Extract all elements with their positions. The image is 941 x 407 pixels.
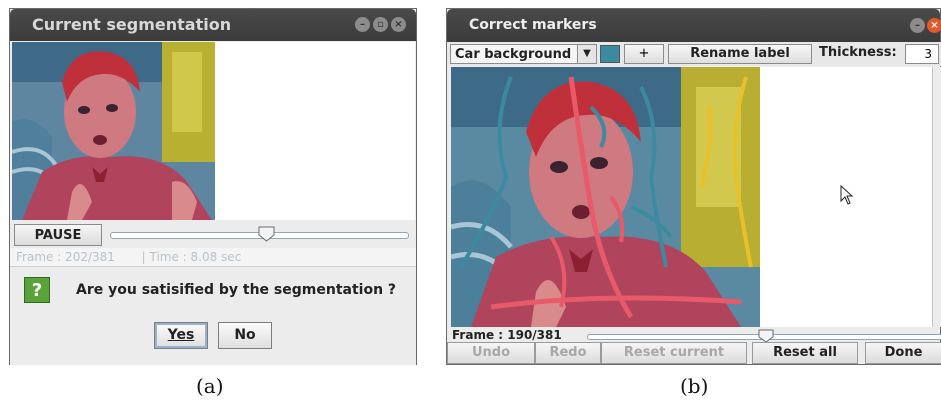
marker-toolbar: Car background ▼ + Rename label Thicknes… [447,42,941,66]
reset-current-button[interactable]: Reset current [601,342,747,364]
frame-counter: Frame : 202/381 [16,250,115,264]
yes-button[interactable]: Yes [154,322,208,349]
dialog-question: Are you satisified by the segmentation ? [76,282,397,298]
add-label-button[interactable]: + [624,44,664,64]
playback-controls: PAUSE [10,220,416,247]
label-color-swatch[interactable] [600,45,620,63]
caption-a: (a) [196,374,224,398]
chevron-down-icon[interactable]: ▼ [577,45,596,63]
undo-button[interactable]: Undo [447,342,535,364]
segmentation-window: Current segmentation – ▫ × PAUSE Frame:… [9,8,417,365]
reset-all-button[interactable]: Reset all [752,342,858,364]
maximize-icon[interactable]: ▫ [373,17,388,32]
minimize-icon[interactable]: – [910,18,925,33]
close-icon[interactable]: × [927,18,941,33]
redo-button[interactable]: Redo [535,342,601,364]
segmentation-video-frame [12,42,215,220]
done-button[interactable]: Done [865,342,941,364]
question-icon: ? [24,277,50,303]
frame-counter: Frame : 190/381 [452,328,562,342]
no-button-label: No [234,327,256,343]
slider-thumb-icon[interactable] [258,226,275,242]
vertical-scrollbar[interactable] [932,67,941,327]
no-button[interactable]: No [218,322,272,349]
close-icon[interactable]: × [391,17,406,32]
segmentation-canvas-blank [215,42,415,220]
caption-b: (b) [680,374,709,398]
time-counter: | Time : 8.08 sec [141,250,242,264]
label-select-value: Car background [455,47,572,62]
thickness-spinner[interactable]: 3 [905,44,939,64]
rename-label-button[interactable]: Rename label [668,44,812,64]
thickness-label: Thickness: [819,45,897,60]
label-select[interactable]: Car background ▼ [450,44,597,64]
window-title: Current segmentation [32,15,232,34]
marker-video-canvas[interactable] [451,67,760,327]
window-title: Correct markers [469,17,597,33]
marker-canvas-blank [760,67,932,327]
slider-thumb-icon[interactable] [758,329,774,343]
minimize-icon[interactable]: – [355,17,370,32]
correct-markers-window: Correct markers – × Car background ▼ + R… [446,8,941,365]
mouse-cursor-icon [840,185,854,205]
segmentation-titlebar[interactable]: Current segmentation – ▫ × [10,9,416,41]
confirm-dialog: ? Are you satisified by the segmentation… [10,266,416,365]
action-buttons: Undo Redo Reset current Reset all Done [447,342,941,364]
frame-status-bar: Frame : 202/381 | Time : 8.08 sec [10,248,416,266]
correct-markers-titlebar[interactable]: Correct markers – × [447,9,941,42]
pause-button[interactable]: PAUSE [14,224,102,246]
yes-button-label: Yes [167,327,195,343]
